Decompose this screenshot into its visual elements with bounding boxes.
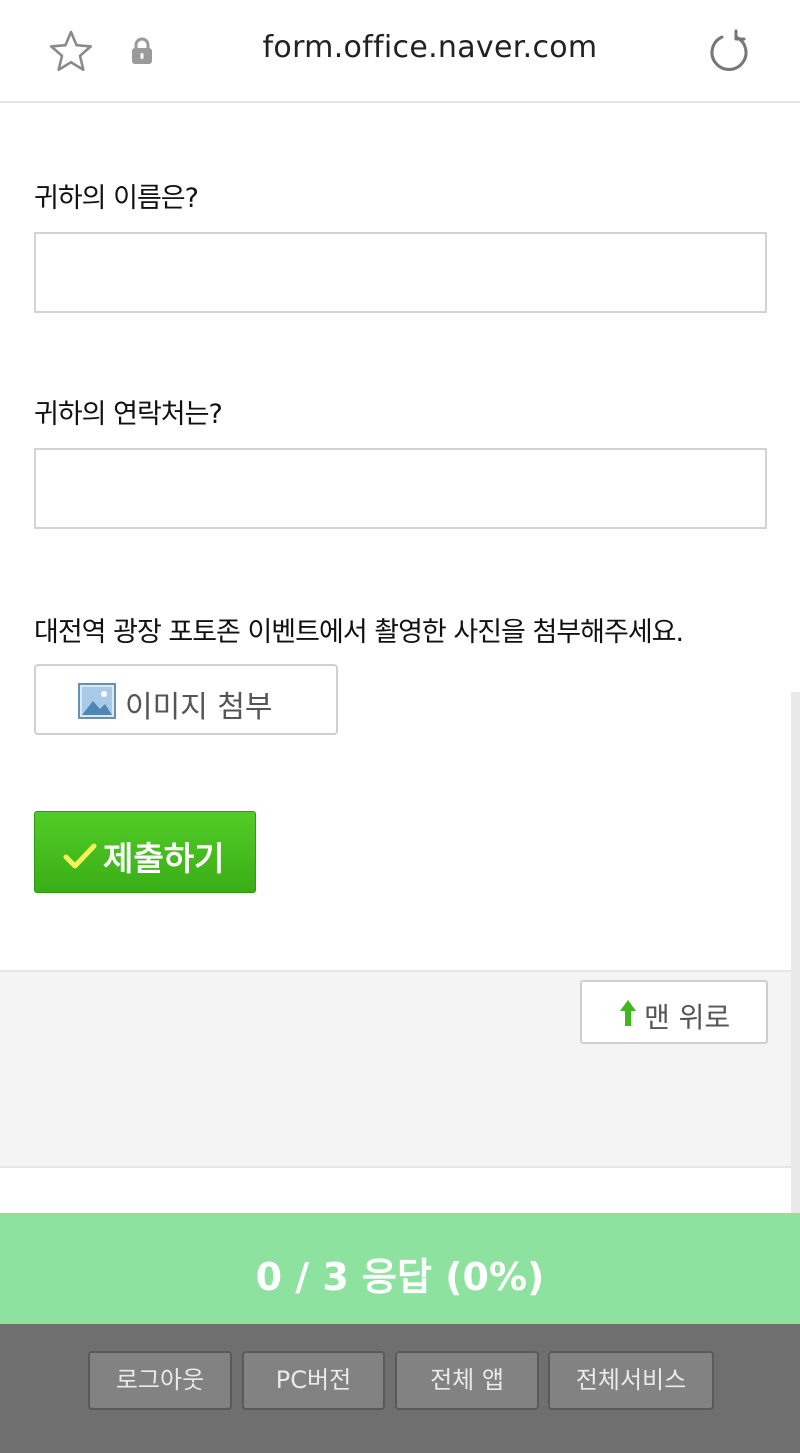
image-icon [78, 683, 116, 719]
all-services-button[interactable]: 전체서비스 [548, 1351, 714, 1410]
question-name-label: 귀하의 이름은? [34, 183, 199, 214]
submit-label: 제출하기 [103, 839, 225, 878]
scroll-top-button[interactable]: 맨 위로 [580, 980, 768, 1044]
submit-button[interactable]: 제출하기 [34, 811, 256, 893]
logout-button[interactable]: 로그아웃 [88, 1351, 232, 1410]
address-bar-url[interactable]: form.office.naver.com [0, 30, 800, 65]
attach-image-label: 이미지 첨부 [125, 690, 273, 725]
bottom-nav: 로그아웃 PC버전 전체 앱 전체서비스 [0, 1324, 800, 1453]
reload-icon[interactable] [706, 28, 752, 74]
browser-toolbar: form.office.naver.com [0, 0, 800, 103]
contact-input[interactable] [34, 448, 767, 529]
question-photo-label: 대전역 광장 포토존 이벤트에서 촬영한 사진을 첨부해주세요. [34, 617, 684, 648]
check-icon [63, 843, 97, 869]
attach-image-button[interactable]: 이미지 첨부 [34, 664, 338, 735]
response-progress-bar: 0 / 3 응답 (0%) [0, 1213, 800, 1324]
pc-version-button[interactable]: PC버전 [242, 1351, 385, 1410]
question-contact-label: 귀하의 연락처는? [34, 399, 223, 430]
name-input[interactable] [34, 232, 767, 313]
response-progress-text: 0 / 3 응답 (0%) [255, 1255, 545, 1299]
scroll-top-label: 맨 위로 [644, 1001, 731, 1034]
all-apps-button[interactable]: 전체 앱 [395, 1351, 539, 1410]
arrow-up-icon [620, 1000, 636, 1026]
